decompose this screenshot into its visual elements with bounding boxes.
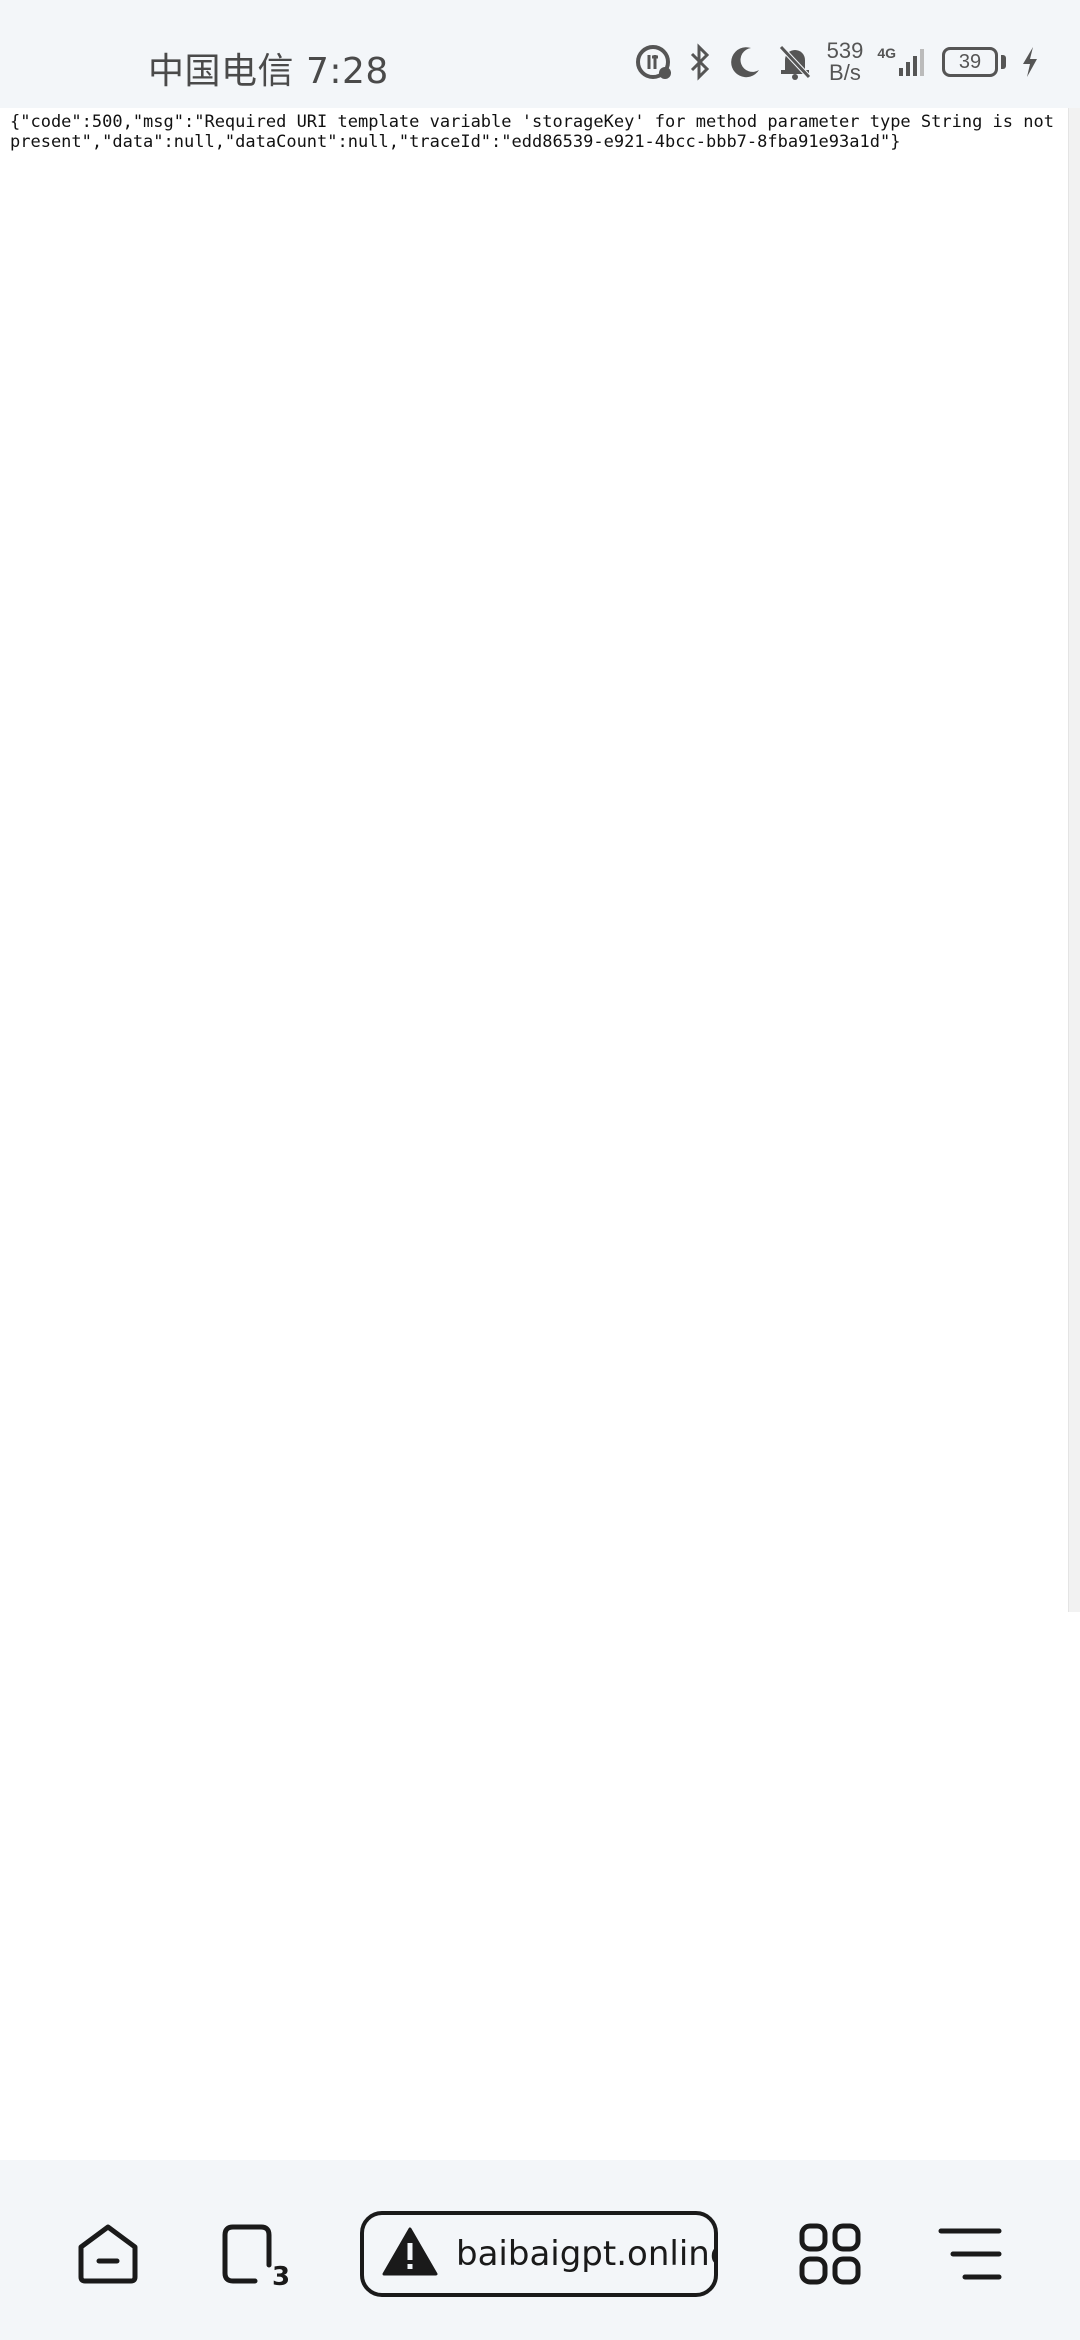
signal-bars-icon bbox=[898, 46, 928, 78]
mute-bell-icon bbox=[777, 43, 813, 81]
network-speed-value: 539 bbox=[826, 38, 864, 63]
url-text[interactable]: baibaigpt.online bbox=[456, 2234, 714, 2274]
warning-icon[interactable] bbox=[382, 2227, 438, 2281]
apps-grid-icon bbox=[797, 2221, 863, 2291]
address-bar[interactable]: baibaigpt.online bbox=[360, 2211, 718, 2297]
status-bar: 中国电信 7:28 539 B/s 4G 39 bbox=[0, 0, 1080, 108]
battery-level: 39 bbox=[942, 47, 998, 77]
menu-button[interactable] bbox=[930, 2216, 1010, 2296]
home-icon bbox=[75, 2221, 141, 2291]
bluetooth-icon bbox=[687, 43, 713, 81]
cell-signal: 4G bbox=[877, 46, 928, 78]
page-scrollbar[interactable] bbox=[1068, 108, 1080, 1612]
tab-count: 3 bbox=[272, 2262, 291, 2292]
home-button[interactable] bbox=[68, 2216, 148, 2296]
carrier-time: 中国电信 7:28 bbox=[148, 51, 389, 92]
page-content: {"code":500,"msg":"Required URI template… bbox=[0, 108, 1068, 1612]
status-icons: 539 B/s 4G 39 bbox=[635, 40, 1040, 84]
charging-icon bbox=[1020, 45, 1040, 79]
network-speed: 539 B/s bbox=[827, 40, 864, 84]
moon-icon bbox=[727, 44, 763, 80]
network-type: 4G bbox=[877, 45, 896, 61]
menu-icon bbox=[937, 2221, 1003, 2291]
data-saver-icon bbox=[635, 43, 673, 81]
network-speed-unit: B/s bbox=[829, 60, 861, 85]
apps-button[interactable] bbox=[790, 2216, 870, 2296]
battery-indicator: 39 bbox=[942, 47, 1006, 77]
json-response-text: {"code":500,"msg":"Required URI template… bbox=[10, 112, 1065, 152]
battery-tip bbox=[1001, 55, 1006, 69]
